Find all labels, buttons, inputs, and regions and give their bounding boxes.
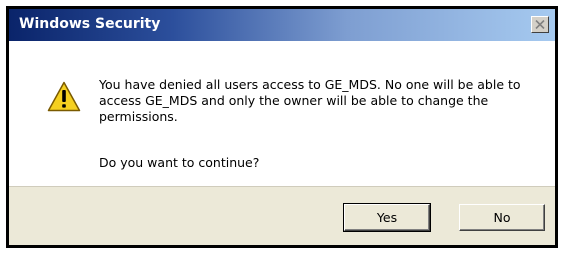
- yes-button[interactable]: Yes: [343, 203, 431, 232]
- dialog-question: Do you want to continue?: [99, 155, 260, 170]
- close-icon: [535, 20, 545, 29]
- dialog-message: You have denied all users access to GE_M…: [99, 77, 521, 124]
- dialog-content: You have denied all users access to GE_M…: [9, 41, 555, 186]
- button-bar: Yes No: [9, 186, 555, 245]
- dialog-title: Windows Security: [19, 16, 161, 32]
- title-bar[interactable]: Windows Security: [9, 9, 555, 41]
- dialog-window: Windows Security You have denied all use…: [9, 9, 555, 245]
- security-dialog: Windows Security You have denied all use…: [6, 6, 558, 248]
- no-button[interactable]: No: [459, 204, 545, 231]
- close-button[interactable]: [531, 16, 549, 33]
- warning-triangle-icon: [47, 81, 81, 112]
